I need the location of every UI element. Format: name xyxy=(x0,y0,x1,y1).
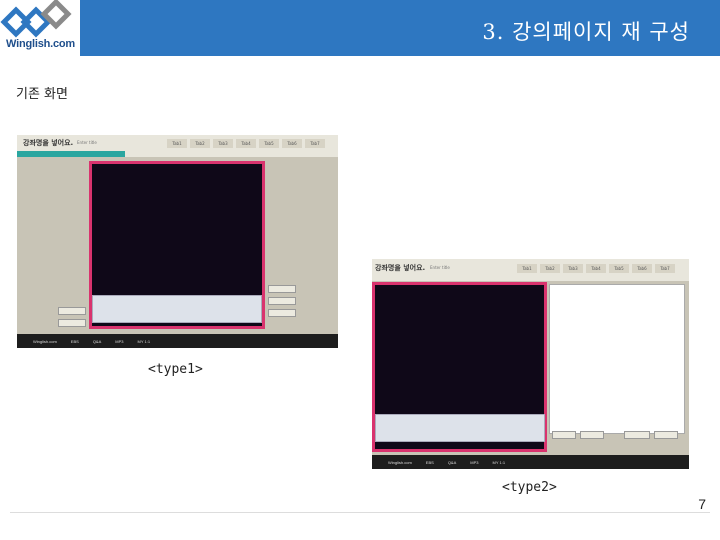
shot-header-sub: Enter title xyxy=(77,140,97,145)
shot-tab[interactable]: Tab5 xyxy=(259,139,279,148)
shot-header-title: 강좌명을 넣어요. xyxy=(375,264,426,272)
side-button[interactable] xyxy=(58,319,86,327)
side-button[interactable] xyxy=(58,307,86,315)
logo-text: Winglish.com xyxy=(6,38,76,50)
shot-header-sub: Enter title xyxy=(430,265,450,270)
caption-type1: <type1> xyxy=(148,362,203,377)
shot-footer: Winglish.com EBS Q&A MP3 MY 1:1 xyxy=(17,334,338,348)
shot-tab[interactable]: Tab7 xyxy=(305,139,325,148)
shot-tab[interactable]: Tab3 xyxy=(563,264,583,273)
shot-tabs: Tab1 Tab2 Tab3 Tab4 Tab5 Tab6 Tab7 xyxy=(167,139,325,148)
shot-tab[interactable]: Tab1 xyxy=(167,139,187,148)
shot-tab[interactable]: Tab7 xyxy=(655,264,675,273)
header-bar: Winglish.com 3. 강의페이지 재 구성 xyxy=(0,0,720,56)
shot-tab[interactable]: Tab5 xyxy=(609,264,629,273)
shot-footer: Winglish.com EBS Q&A MP3 MY 1:1 xyxy=(372,455,689,469)
footer-item[interactable]: Winglish.com xyxy=(33,339,57,344)
footer-item[interactable]: Winglish.com xyxy=(388,460,412,465)
shot-tab[interactable]: Tab6 xyxy=(282,139,302,148)
shot-tab[interactable]: Tab6 xyxy=(632,264,652,273)
side-button[interactable] xyxy=(268,297,296,305)
side-button[interactable] xyxy=(268,309,296,317)
player-controls[interactable] xyxy=(92,295,262,323)
screenshot-type2: 강좌명을 넣어요. Enter title Tab1 Tab2 Tab3 Tab… xyxy=(372,259,689,469)
shot-teal-bar xyxy=(17,151,125,157)
footer-item[interactable]: MY 1:1 xyxy=(138,339,151,344)
footer-item[interactable]: EBS xyxy=(71,339,79,344)
section-subtitle: 기존 화면 xyxy=(16,87,68,102)
content-panel xyxy=(549,284,685,434)
shot-tabs: Tab1 Tab2 Tab3 Tab4 Tab5 Tab6 Tab7 xyxy=(517,264,675,273)
shot-tab[interactable]: Tab1 xyxy=(517,264,537,273)
footer-item[interactable]: EBS xyxy=(426,460,434,465)
slide-title: 3. 강의페이지 재 구성 xyxy=(482,20,690,44)
footer-item[interactable]: MY 1:1 xyxy=(493,460,506,465)
side-button[interactable] xyxy=(580,431,604,439)
side-button[interactable] xyxy=(552,431,576,439)
shot-tab[interactable]: Tab4 xyxy=(236,139,256,148)
logo: Winglish.com xyxy=(0,0,80,56)
shot-tab[interactable]: Tab4 xyxy=(586,264,606,273)
page-number: 7 xyxy=(698,496,706,512)
shot-tab[interactable]: Tab2 xyxy=(190,139,210,148)
side-button[interactable] xyxy=(654,431,678,439)
shot-tab[interactable]: Tab2 xyxy=(540,264,560,273)
player-controls[interactable] xyxy=(375,414,545,442)
screenshot-type1: 강좌명을 넣어요. Enter title Tab1 Tab2 Tab3 Tab… xyxy=(17,135,338,348)
side-button[interactable] xyxy=(268,285,296,293)
bottom-divider xyxy=(10,512,710,513)
footer-item[interactable]: MP3 xyxy=(115,339,123,344)
footer-item[interactable]: MP3 xyxy=(470,460,478,465)
logo-icon xyxy=(0,0,72,38)
footer-item[interactable]: Q&A xyxy=(93,339,101,344)
shot-header-title: 강좌명을 넣어요. xyxy=(23,139,74,147)
shot-tab[interactable]: Tab3 xyxy=(213,139,233,148)
shot-header: 강좌명을 넣어요. Enter title Tab1 Tab2 Tab3 Tab… xyxy=(372,259,689,281)
side-button[interactable] xyxy=(624,431,650,439)
caption-type2: <type2> xyxy=(502,480,557,495)
footer-item[interactable]: Q&A xyxy=(448,460,456,465)
